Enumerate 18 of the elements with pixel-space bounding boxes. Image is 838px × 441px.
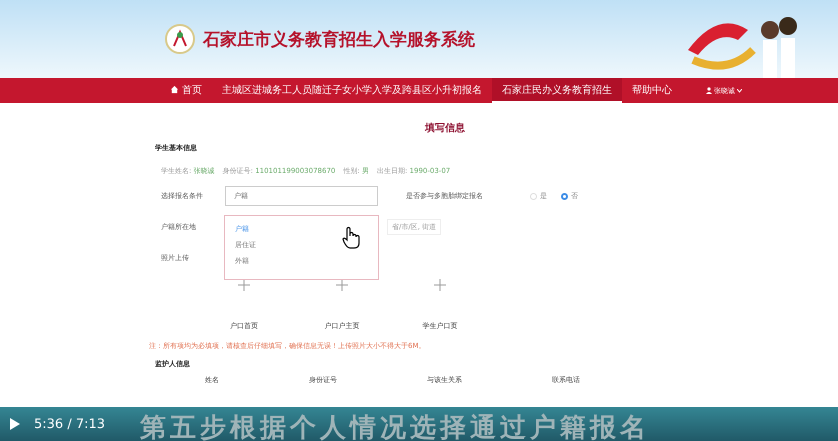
- video-caption: 第五步根据个人情况选择通过户籍报名: [140, 412, 650, 441]
- upload-plus-icon[interactable]: [336, 279, 348, 291]
- play-button[interactable]: [10, 418, 20, 430]
- hand-cursor-icon: [341, 226, 361, 250]
- school-logo-icon: [165, 24, 195, 54]
- nav-link[interactable]: 帮助中心: [622, 78, 682, 103]
- upload-plus-icon[interactable]: [238, 279, 250, 291]
- user-icon: [706, 87, 712, 94]
- play-icon: [10, 418, 20, 430]
- nav-link[interactable]: 主城区进城务工人员随迁子女小学入学及跨县区小升初报名: [212, 78, 492, 103]
- page-title: 填写信息: [425, 122, 466, 135]
- nav-link[interactable]: 石家庄民办义务教育招生: [492, 78, 622, 103]
- site-title: 石家庄市义务教育招生入学服务系统: [203, 28, 475, 50]
- upload-plus-icon[interactable]: [434, 279, 446, 291]
- video-time: 5:36 / 7:13: [34, 416, 106, 432]
- nav-link[interactable]: 首页: [160, 78, 212, 103]
- caret-icon: [737, 88, 742, 92]
- home-icon: [170, 85, 179, 94]
